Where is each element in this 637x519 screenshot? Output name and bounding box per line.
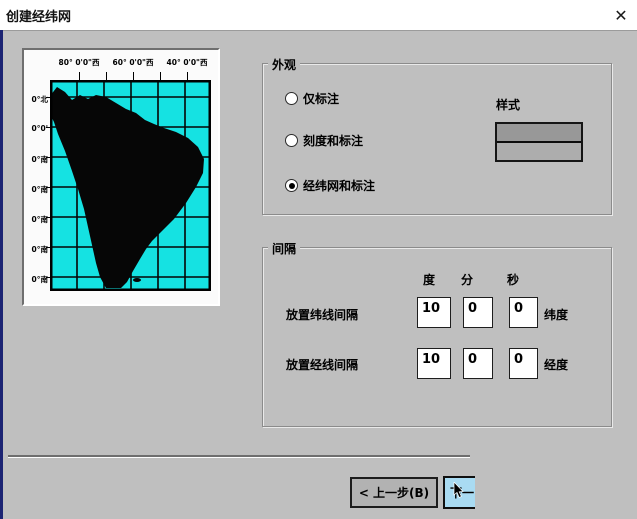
top-tick (187, 72, 188, 80)
style-line-sample (497, 141, 581, 143)
dialog-title: 创建经纬网 (6, 6, 71, 25)
window-left-edge (0, 30, 3, 519)
appearance-group-title: 外观 (268, 56, 300, 73)
radio-label: 仅标注 (303, 90, 339, 107)
meridians-degrees-input[interactable] (417, 348, 451, 379)
minutes-column-header: 分 (461, 271, 473, 288)
left-axis-label: 0°南 (24, 154, 48, 165)
style-swatch-bottom (497, 142, 581, 160)
map-preview (50, 80, 211, 291)
left-axis-label: 0°南 (24, 214, 48, 225)
top-tick (79, 72, 80, 80)
top-tick (160, 72, 161, 80)
line-style-preview[interactable] (495, 122, 583, 162)
left-axis-label: 0°南 (24, 184, 48, 195)
left-axis-label: 0°南 (24, 274, 48, 285)
interval-group-title: 间隔 (268, 240, 300, 257)
top-axis-label: 40° 0'0"西 (167, 57, 208, 68)
top-tick (133, 72, 134, 80)
radio-selected-icon[interactable] (285, 179, 298, 192)
meridians-interval-label: 放置经线间隔 (286, 356, 358, 373)
radio-label: 刻度和标注 (303, 132, 363, 149)
close-icon[interactable]: ✕ (609, 3, 633, 27)
graticule-preview-panel: 80° 0'0"西 60° 0'0"西 40° 0'0"西 0°北 0°0' 0… (22, 48, 220, 306)
style-label: 样式 (496, 96, 520, 113)
parallels-minutes-input[interactable] (463, 297, 493, 328)
radio-labels-only[interactable]: 仅标注 (285, 90, 339, 107)
style-swatch-top (497, 124, 581, 142)
radio-icon[interactable] (285, 134, 298, 147)
top-axis-label: 80° 0'0"西 (59, 57, 100, 68)
top-axis-label: 60° 0'0"西 (113, 57, 154, 68)
parallels-interval-label: 放置纬线间隔 (286, 306, 358, 323)
left-axis-label: 0°北 (24, 94, 48, 105)
left-axis-label: 0°0' (24, 124, 48, 133)
meridians-minutes-input[interactable] (463, 348, 493, 379)
radio-graticule-and-labels[interactable]: 经纬网和标注 (285, 177, 375, 194)
top-tick (106, 72, 107, 80)
parallels-seconds-input[interactable] (509, 297, 538, 328)
radio-ticks-and-labels[interactable]: 刻度和标注 (285, 132, 363, 149)
title-bar: 创建经纬网 ✕ (0, 0, 637, 30)
next-button[interactable]: 下一 (443, 476, 475, 509)
interval-groupbox (262, 247, 612, 427)
create-graticule-dialog: 创建经纬网 ✕ 80° 0'0"西 60° 0'0"西 40° 0'0"西 0°… (0, 0, 637, 519)
latitude-unit-label: 纬度 (544, 306, 568, 323)
left-axis-label: 0°南 (24, 244, 48, 255)
parallels-degrees-input[interactable] (417, 297, 451, 328)
bottom-separator (8, 455, 470, 458)
degrees-column-header: 度 (423, 271, 435, 288)
back-button[interactable]: < 上一步(B) (350, 477, 438, 508)
meridians-seconds-input[interactable] (509, 348, 538, 379)
longitude-unit-label: 经度 (544, 356, 568, 373)
seconds-column-header: 秒 (507, 271, 519, 288)
radio-icon[interactable] (285, 92, 298, 105)
radio-label: 经纬网和标注 (303, 177, 375, 194)
island (133, 278, 141, 282)
